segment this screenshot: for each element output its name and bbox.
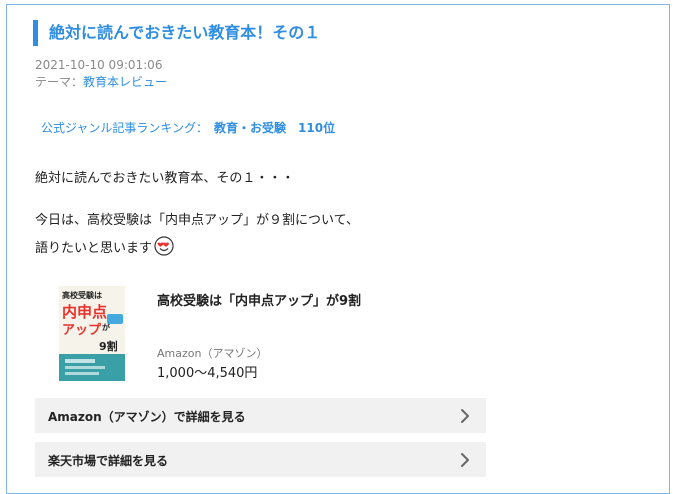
amazon-detail-button[interactable]: Amazon（アマゾン）で詳細を見る: [35, 398, 486, 433]
paragraph-3: 語りたいと思います: [35, 240, 153, 256]
genre-ranking[interactable]: 公式ジャンル記事ランキング： 教育・お受験 110位: [41, 119, 335, 136]
theme-prefix: テーマ：: [35, 75, 84, 89]
cover-line-1: 高校受験は: [62, 290, 102, 300]
theme-link[interactable]: 教育本レビュー: [83, 75, 167, 89]
article-title[interactable]: 絶対に読んでおきたい教育本！その１: [49, 20, 320, 46]
post-date: 2021-10-10 09:01:06: [35, 58, 163, 72]
theme-line: テーマ：教育本レビュー: [35, 73, 167, 90]
product-price: 1,000〜4,540円: [157, 366, 258, 381]
heart-eyes-emoji-icon: [154, 236, 174, 256]
chevron-right-icon: [461, 409, 469, 423]
rakuten-detail-label: 楽天市場で詳細を見る: [48, 454, 169, 468]
paragraph-3-line: 語りたいと思います: [35, 236, 174, 256]
cover-line-5: 9割: [99, 339, 118, 353]
paragraph-1: 絶対に読んでおきたい教育本、その１・・・: [35, 171, 295, 186]
title-accent-bar: [33, 20, 38, 46]
ranking-label: 公式ジャンル記事ランキング：: [41, 121, 209, 135]
book-cover-image[interactable]: 高校受験は 内申点 アップ が 9割: [59, 286, 125, 381]
ranking-value[interactable]: 教育・お受験 110位: [214, 121, 335, 135]
cover-line-3: アップ: [62, 323, 102, 338]
rakuten-detail-button[interactable]: 楽天市場で詳細を見る: [35, 442, 486, 477]
amazon-detail-label: Amazon（アマゾン）で詳細を見る: [48, 410, 246, 424]
chevron-right-icon: [461, 453, 469, 467]
paragraph-2: 今日は、高校受験は「内申点アップ」が９割について、: [35, 213, 359, 228]
product-title[interactable]: 高校受験は「内申点アップ」が9割: [157, 290, 361, 309]
product-store: Amazon（アマゾン）: [157, 347, 268, 360]
cover-line-2: 内申点: [62, 303, 107, 321]
